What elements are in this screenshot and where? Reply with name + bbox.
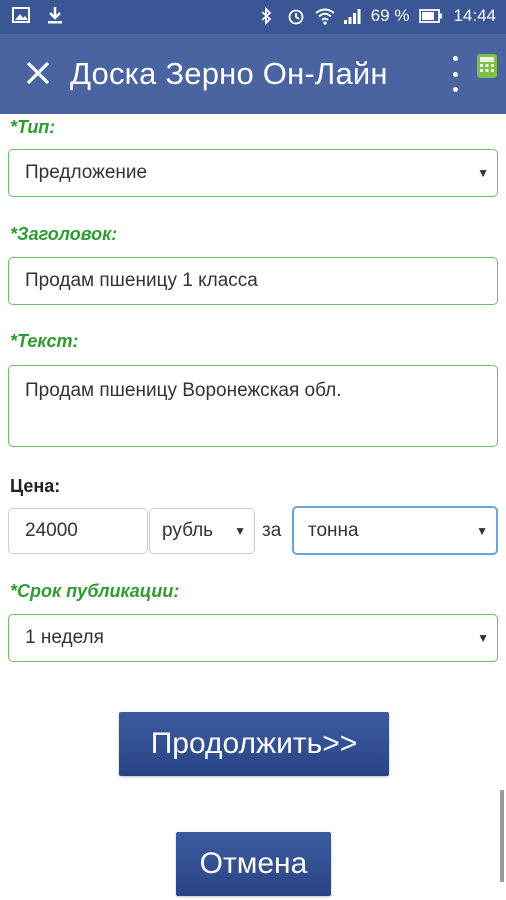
- status-right: 69 % 14:44: [259, 6, 496, 26]
- chevron-down-icon: ▼: [476, 523, 488, 538]
- price-value: 24000: [25, 520, 78, 541]
- period-label: *Срок публикации:: [10, 581, 180, 601]
- chevron-down-icon: ▼: [477, 166, 489, 180]
- signal-icon: [343, 7, 361, 25]
- title-value: Продам пшеницу 1 класса: [25, 270, 258, 291]
- status-left: [12, 6, 64, 24]
- cancel-button[interactable]: Отмена: [176, 832, 331, 896]
- text-value: Продам пшеницу Воронежская обл.: [25, 380, 342, 401]
- type-label: *Тип:: [10, 117, 56, 137]
- gallery-icon: [12, 6, 30, 24]
- title-label: *Заголовок:: [10, 224, 118, 244]
- app-bar: Доска Зерно Он-Лайн: [0, 34, 506, 114]
- calculator-icon[interactable]: [477, 54, 497, 78]
- text-label: *Текст:: [10, 331, 79, 351]
- scrollbar[interactable]: [500, 790, 504, 882]
- currency-value: рубль: [162, 520, 214, 541]
- wifi-icon: [315, 7, 335, 25]
- download-icon: [46, 6, 64, 24]
- unit-select[interactable]: тонна ▼: [292, 506, 498, 555]
- battery-icon: [419, 7, 443, 25]
- chevron-down-icon: ▼: [477, 631, 489, 645]
- alarm-icon: [287, 7, 305, 25]
- unit-value: тонна: [308, 519, 359, 541]
- overflow-menu-icon[interactable]: [448, 56, 462, 92]
- bluetooth-icon: [259, 6, 277, 26]
- type-select[interactable]: Предложение ▼: [8, 149, 498, 197]
- price-label: Цена:: [10, 476, 61, 496]
- continue-button[interactable]: Продолжить>>: [119, 712, 389, 776]
- currency-select[interactable]: рубль ▼: [149, 508, 255, 554]
- status-bar: 69 % 14:44: [0, 0, 506, 34]
- chevron-down-icon: ▼: [234, 524, 246, 538]
- type-value: Предложение: [25, 162, 148, 183]
- title-input[interactable]: Продам пшеницу 1 класса: [8, 257, 498, 305]
- per-label: за: [262, 520, 282, 541]
- price-input[interactable]: 24000: [8, 508, 148, 554]
- battery-percent: 69 %: [370, 6, 410, 25]
- close-icon[interactable]: [20, 52, 56, 96]
- text-area[interactable]: Продам пшеницу Воронежская обл.: [8, 365, 498, 447]
- period-value: 1 неделя: [25, 627, 104, 648]
- status-time: 14:44: [453, 6, 496, 25]
- period-select[interactable]: 1 неделя ▼: [8, 614, 498, 662]
- app-title: Доска Зерно Он-Лайн: [70, 56, 388, 91]
